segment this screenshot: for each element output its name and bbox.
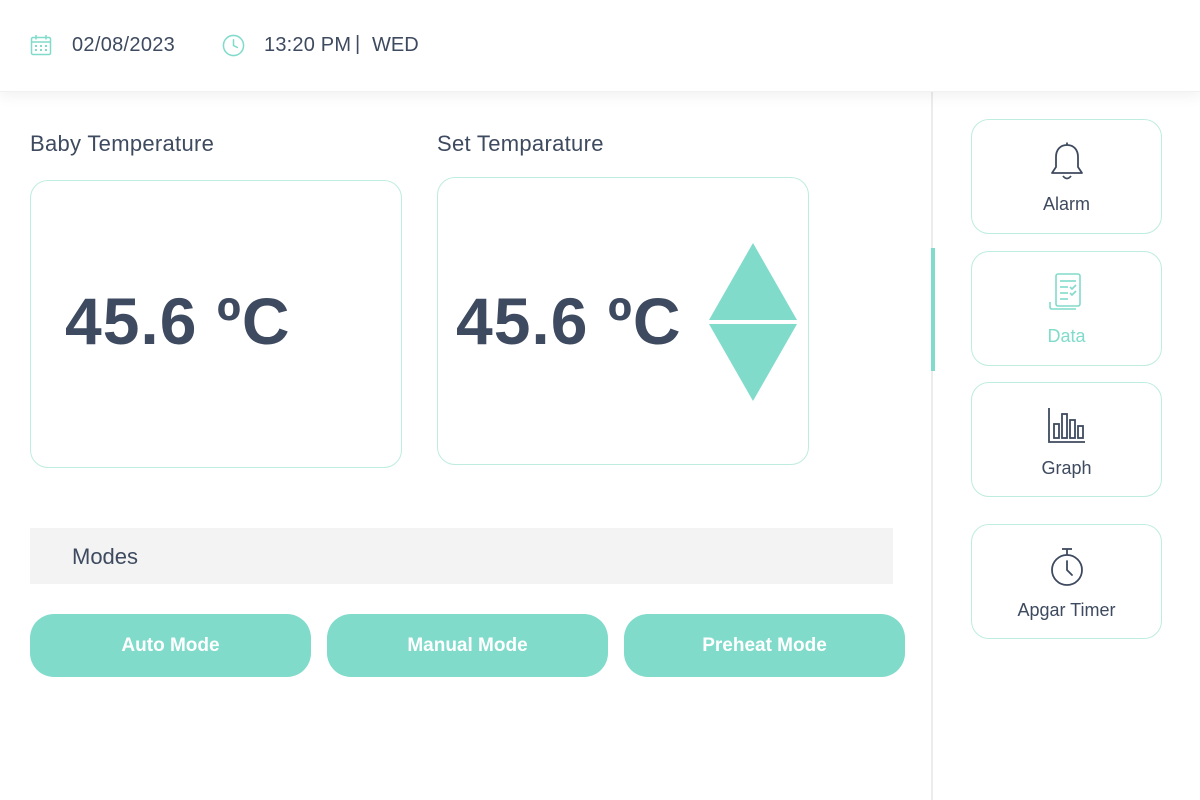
manual-mode-button[interactable]: Manual Mode xyxy=(327,614,608,677)
sidebar-item-graph[interactable]: Graph xyxy=(971,382,1162,497)
sidebar-divider xyxy=(931,92,933,800)
time-text: 13:20 PM xyxy=(264,34,352,56)
set-temperature-card: 45.6 ºC xyxy=(437,177,809,465)
set-temperature-value: 45.6 ºC xyxy=(456,284,682,358)
decrease-temperature-arrow-icon[interactable] xyxy=(709,324,797,401)
stopwatch-icon xyxy=(1050,548,1083,586)
sidebar-item-apgar-timer[interactable]: Apgar Timer xyxy=(971,524,1162,639)
baby-temperature-value: 45.6 ºC xyxy=(65,284,291,358)
sidebar-item-data[interactable]: Data xyxy=(971,251,1162,366)
date-text: 02/08/2023 xyxy=(72,34,176,56)
set-temperature-label: Set Temparature xyxy=(437,131,604,156)
sidebar-item-label-graph: Graph xyxy=(1041,458,1092,478)
sidebar-active-indicator xyxy=(931,248,935,371)
baby-temperature-card: 45.6 ºC xyxy=(30,180,402,468)
modes-header: Modes xyxy=(30,528,893,584)
modes-title: Modes xyxy=(72,544,139,569)
document-checklist-icon xyxy=(1048,273,1081,310)
increase-temperature-arrow-icon[interactable] xyxy=(709,243,797,320)
preheat-mode-button[interactable]: Preheat Mode xyxy=(624,614,905,677)
bar-chart-icon xyxy=(1047,408,1085,443)
sidebar-item-label-data: Data xyxy=(1047,326,1086,346)
bell-icon xyxy=(1050,142,1083,180)
auto-mode-button[interactable]: Auto Mode xyxy=(30,614,311,677)
calendar-icon xyxy=(30,35,52,56)
sidebar-item-alarm[interactable]: Alarm xyxy=(971,119,1162,234)
day-text: WED xyxy=(372,34,419,56)
clock-icon xyxy=(222,34,245,57)
sidebar-item-label-alarm: Alarm xyxy=(1042,194,1090,214)
baby-temperature-label: Baby Temperature xyxy=(30,131,215,156)
sidebar-item-label-apgar-timer: Apgar Timer xyxy=(1017,600,1116,620)
time-day-separator: | xyxy=(355,33,361,55)
top-bar: 02/08/2023 13:20 PM | WED xyxy=(0,0,1200,92)
